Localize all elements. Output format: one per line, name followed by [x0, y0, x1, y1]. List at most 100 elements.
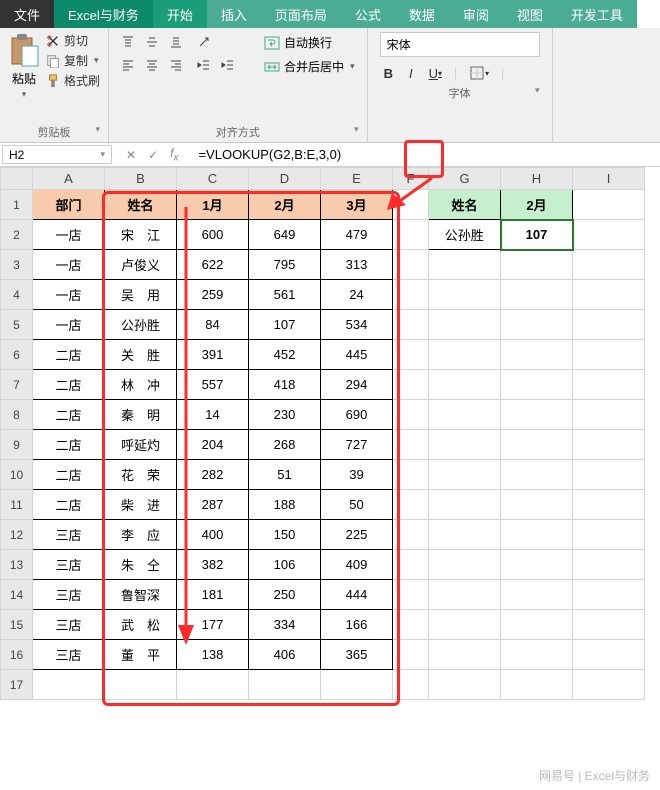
cell[interactable]	[501, 280, 573, 310]
tab-review[interactable]: 审阅	[449, 0, 503, 28]
cell[interactable]	[393, 430, 429, 460]
cell[interactable]: 230	[249, 400, 321, 430]
cell[interactable]	[429, 550, 501, 580]
cell[interactable]: 卢俊义	[105, 250, 177, 280]
cell[interactable]: 400	[177, 520, 249, 550]
cell[interactable]: 391	[177, 340, 249, 370]
cell[interactable]: 365	[321, 640, 393, 670]
cell[interactable]: 2月	[249, 190, 321, 220]
cell[interactable]: 84	[177, 310, 249, 340]
cell[interactable]	[501, 250, 573, 280]
row-header[interactable]: 16	[1, 640, 33, 670]
cell[interactable]: 三店	[33, 610, 105, 640]
cell[interactable]	[393, 610, 429, 640]
cell[interactable]: 795	[249, 250, 321, 280]
cell[interactable]: 622	[177, 250, 249, 280]
cell[interactable]: 444	[321, 580, 393, 610]
cell[interactable]: 三店	[33, 550, 105, 580]
cell[interactable]: 一店	[33, 310, 105, 340]
merge-center-button[interactable]: 合并后居中▾	[260, 56, 359, 77]
cell[interactable]	[573, 550, 645, 580]
cell[interactable]	[393, 370, 429, 400]
col-header[interactable]: B	[105, 168, 177, 190]
tab-view[interactable]: 视图	[503, 0, 557, 28]
cell[interactable]	[393, 190, 429, 220]
cell[interactable]: 250	[249, 580, 321, 610]
col-header[interactable]: G	[429, 168, 501, 190]
align-center-button[interactable]	[141, 55, 163, 75]
cell[interactable]: 24	[321, 280, 393, 310]
cell[interactable]	[429, 430, 501, 460]
cell[interactable]	[249, 670, 321, 700]
cell[interactable]: 150	[249, 520, 321, 550]
row-header[interactable]: 1	[1, 190, 33, 220]
cell[interactable]: 呼延灼	[105, 430, 177, 460]
cell[interactable]	[321, 670, 393, 700]
cell[interactable]: 600	[177, 220, 249, 250]
cut-button[interactable]: 剪切	[46, 32, 100, 49]
row-header[interactable]: 15	[1, 610, 33, 640]
cell[interactable]: 花 荣	[105, 460, 177, 490]
cell[interactable]: 关 胜	[105, 340, 177, 370]
tab-data[interactable]: 数据	[395, 0, 449, 28]
cell[interactable]: 李 应	[105, 520, 177, 550]
cell[interactable]	[501, 670, 573, 700]
cell[interactable]: 三店	[33, 640, 105, 670]
cell[interactable]	[501, 370, 573, 400]
cell[interactable]	[429, 370, 501, 400]
row-header[interactable]: 5	[1, 310, 33, 340]
cell[interactable]	[573, 430, 645, 460]
col-header[interactable]: E	[321, 168, 393, 190]
cell[interactable]: 259	[177, 280, 249, 310]
cell[interactable]: 二店	[33, 430, 105, 460]
col-header[interactable]: H	[501, 168, 573, 190]
cell[interactable]	[393, 640, 429, 670]
row-header[interactable]: 13	[1, 550, 33, 580]
cell[interactable]: 二店	[33, 340, 105, 370]
name-box[interactable]: H2▾	[2, 145, 112, 164]
cell[interactable]: 406	[249, 640, 321, 670]
tab-insert[interactable]: 插入	[207, 0, 261, 28]
cell[interactable]: 294	[321, 370, 393, 400]
cell[interactable]: 177	[177, 610, 249, 640]
tab-layout[interactable]: 页面布局	[261, 0, 341, 28]
cell[interactable]	[429, 640, 501, 670]
cell[interactable]	[429, 520, 501, 550]
cell[interactable]: 50	[321, 490, 393, 520]
cell[interactable]	[393, 490, 429, 520]
cell[interactable]	[573, 280, 645, 310]
cell[interactable]	[501, 580, 573, 610]
cell[interactable]: 418	[249, 370, 321, 400]
cell[interactable]: 166	[321, 610, 393, 640]
tab-file[interactable]: 文件	[0, 0, 54, 28]
cell[interactable]	[105, 670, 177, 700]
cell[interactable]: 武 松	[105, 610, 177, 640]
cell[interactable]	[393, 220, 429, 250]
cell[interactable]: 181	[177, 580, 249, 610]
cell[interactable]	[429, 580, 501, 610]
indent-increase-button[interactable]	[217, 55, 239, 75]
cell[interactable]: 一店	[33, 250, 105, 280]
cell[interactable]: 鲁智深	[105, 580, 177, 610]
tab-addin[interactable]: Excel与财务	[54, 0, 153, 28]
cell[interactable]: 公孙胜	[105, 310, 177, 340]
col-header[interactable]: A	[33, 168, 105, 190]
cell[interactable]	[501, 400, 573, 430]
cancel-icon[interactable]: ✕	[126, 148, 136, 162]
cell[interactable]	[573, 340, 645, 370]
cell[interactable]	[573, 220, 645, 250]
cell[interactable]	[393, 400, 429, 430]
cell[interactable]	[393, 310, 429, 340]
col-header[interactable]: C	[177, 168, 249, 190]
row-header[interactable]: 14	[1, 580, 33, 610]
cell[interactable]: 二店	[33, 370, 105, 400]
row-header[interactable]: 9	[1, 430, 33, 460]
cell[interactable]	[501, 550, 573, 580]
paste-button[interactable]: 粘贴 ▾	[8, 32, 40, 100]
cell[interactable]: 268	[249, 430, 321, 460]
cell[interactable]: 公孙胜	[429, 220, 501, 250]
cell[interactable]: 382	[177, 550, 249, 580]
cell[interactable]	[429, 490, 501, 520]
cell[interactable]: 188	[249, 490, 321, 520]
cell[interactable]	[501, 610, 573, 640]
